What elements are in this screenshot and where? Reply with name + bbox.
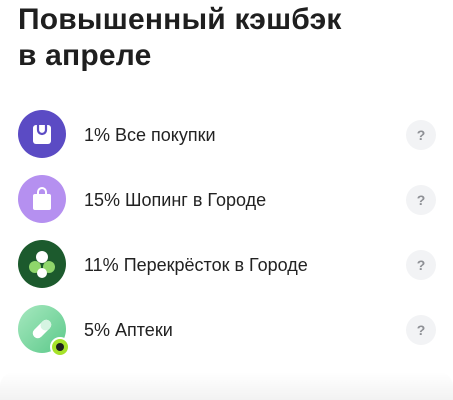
pill-icon [18, 305, 70, 357]
status-badge [50, 337, 70, 357]
cashback-item-perekrestok[interactable]: 11% Перекрёсток в Городе ? [0, 233, 453, 298]
cashback-item-label: 5% Аптеки [84, 320, 173, 340]
cashback-item-label: 1% Все покупки [84, 125, 216, 145]
clover-icon [18, 240, 66, 288]
help-button[interactable]: ? [406, 315, 436, 345]
help-button[interactable]: ? [406, 250, 436, 280]
title-line-2: в апреле [18, 39, 152, 72]
page-title: Повышенный кэшбэк в апреле [18, 2, 438, 74]
cashback-item-pharmacy[interactable]: 5% Аптеки ? [0, 298, 453, 363]
cashback-item-label: 11% Перекрёсток в Городе [84, 255, 308, 275]
shopping-bag-icon [18, 175, 66, 223]
cashback-item-label: 15% Шопинг в Городе [84, 190, 267, 210]
help-button[interactable]: ? [406, 120, 436, 150]
help-button[interactable]: ? [406, 185, 436, 215]
shopping-bag-icon [18, 110, 66, 158]
cashback-list: 1% Все покупки ? 15% Шопинг в Городе ? 1… [0, 103, 453, 363]
bottom-sheet-edge [0, 372, 453, 400]
cashback-item-all-purchases[interactable]: 1% Все покупки ? [0, 103, 453, 168]
title-line-1: Повышенный кэшбэк [18, 3, 342, 36]
cashback-item-shopping[interactable]: 15% Шопинг в Городе ? [0, 168, 453, 233]
cashback-screen: Повышенный кэшбэк в апреле 1% Все покупк… [0, 0, 453, 400]
